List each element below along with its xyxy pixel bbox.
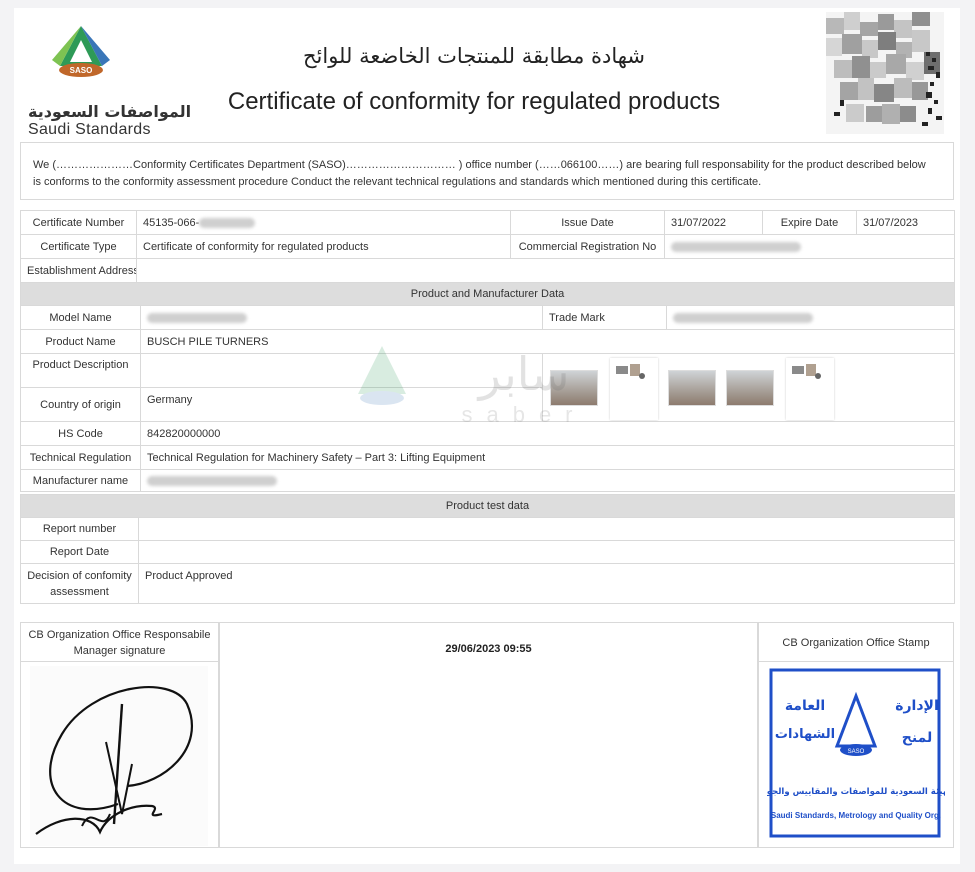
certificate-page: SASO المواصفات السعودية Saudi Standards … [14, 8, 960, 864]
issue-date-label: Issue Date [510, 210, 665, 235]
drawing-icon [792, 364, 821, 379]
intro-statement: We (…………………Conformity Certificates Depar… [20, 142, 954, 200]
report-date-value [137, 540, 956, 564]
intro-line-1: We (…………………Conformity Certificates Depar… [33, 159, 926, 171]
certificate-footer: CB Organization Office Responsabile Mana… [20, 622, 955, 848]
establishment-address-label: Establishment Address [20, 258, 137, 283]
svg-text:الهيئة السعودية للمواصفات والم: الهيئة السعودية للمواصفات والمقاييس والج… [767, 787, 945, 797]
certificate-type-value: Certificate of conformity for regulated … [136, 234, 511, 259]
svg-text:الإدارة: الإدارة [895, 698, 939, 714]
country-of-origin-label: Country of origin [20, 387, 141, 422]
expire-date-value: 31/07/2023 [856, 210, 955, 235]
signature-column: CB Organization Office Responsabile Mana… [20, 622, 219, 848]
product-name-label: Product Name [20, 329, 141, 354]
logo-arabic-text: المواصفات السعودية [28, 102, 192, 121]
saso-logo: SASO المواصفات السعودية Saudi Standards [20, 22, 191, 138]
product-photo-3[interactable] [726, 370, 774, 406]
stamp-column: CB Organization Office Stamp SASO الإدار… [757, 622, 955, 848]
certificate-type-label: Certificate Type [20, 234, 137, 259]
saso-logo-icon: SASO [52, 26, 110, 77]
test-data-table: Product test data Report number Report D… [19, 494, 956, 604]
product-drawing-2[interactable] [786, 358, 834, 420]
expire-date-label: Expire Date [762, 210, 857, 235]
qr-code-image [826, 12, 944, 134]
decision-label: Decision of confomity assessment [20, 563, 139, 604]
technical-regulation-value: Technical Regulation for Machinery Safet… [139, 445, 956, 470]
svg-text:سابر: سابر [477, 347, 570, 402]
hs-code-label: HS Code [20, 421, 141, 446]
commercial-registration-value [664, 234, 955, 259]
svg-text:لمنح: لمنح [902, 730, 932, 746]
test-section-header: Product test data [19, 494, 956, 518]
report-number-label: Report number [20, 517, 139, 541]
logo-english-text: Saudi Standards [28, 121, 151, 138]
decision-value: Product Approved [137, 563, 956, 604]
product-description-label: Product Description [20, 353, 141, 388]
product-section-header: Product and Manufacturer Data [19, 282, 956, 306]
manufacturer-name-value [139, 469, 956, 492]
issue-date-value: 31/07/2022 [664, 210, 763, 235]
svg-text:Saudi Standards, Metrology and: Saudi Standards, Metrology and Quality O… [771, 811, 941, 820]
trade-mark-value [665, 305, 956, 330]
date-column: 29/06/2023 09:55 [219, 622, 758, 848]
certificate-number-label: Certificate Number [20, 210, 137, 235]
report-number-value [137, 517, 956, 541]
intro-line-2: is conforms to the conformity assessment… [33, 176, 762, 188]
manager-signature-image [30, 666, 208, 846]
model-name-label: Model Name [20, 305, 141, 330]
signature-datetime: 29/06/2023 09:55 [445, 643, 532, 655]
product-photo-2[interactable] [668, 370, 716, 406]
svg-text:العامة: العامة [785, 698, 825, 714]
title-arabic: شهادة مطابقة للمنتجات الخاضعة للوائح [302, 44, 646, 68]
svg-text:SASO: SASO [70, 66, 93, 75]
certificate-info-table: Certificate Number 45135-066- Issue Date… [20, 210, 955, 283]
svg-text:saber: saber [461, 402, 586, 427]
svg-text:SASO: SASO [848, 749, 865, 755]
stamp-label: CB Organization Office Stamp [759, 623, 953, 662]
svg-text:الشهادات: الشهادات [775, 727, 835, 742]
manufacturer-name-label: Manufacturer name [20, 469, 141, 492]
office-stamp-image: SASO الإدارة العامة لمنح الشهادات الهيئة… [757, 668, 955, 838]
establishment-address-value [136, 258, 955, 283]
technical-regulation-label: Technical Regulation [20, 445, 141, 470]
certificate-header: SASO المواصفات السعودية Saudi Standards … [14, 8, 960, 138]
title-english: Certificate of conformity for regulated … [227, 88, 721, 115]
model-name-value [140, 305, 543, 330]
certificate-number-value: 45135-066- [136, 210, 511, 235]
signature-label: CB Organization Office Responsabile Mana… [21, 623, 218, 662]
commercial-registration-label: Commercial Registration No [510, 234, 665, 259]
saber-watermark: سابر saber [358, 346, 586, 427]
report-date-label: Report Date [20, 540, 139, 564]
trade-mark-label: Trade Mark [542, 305, 667, 330]
